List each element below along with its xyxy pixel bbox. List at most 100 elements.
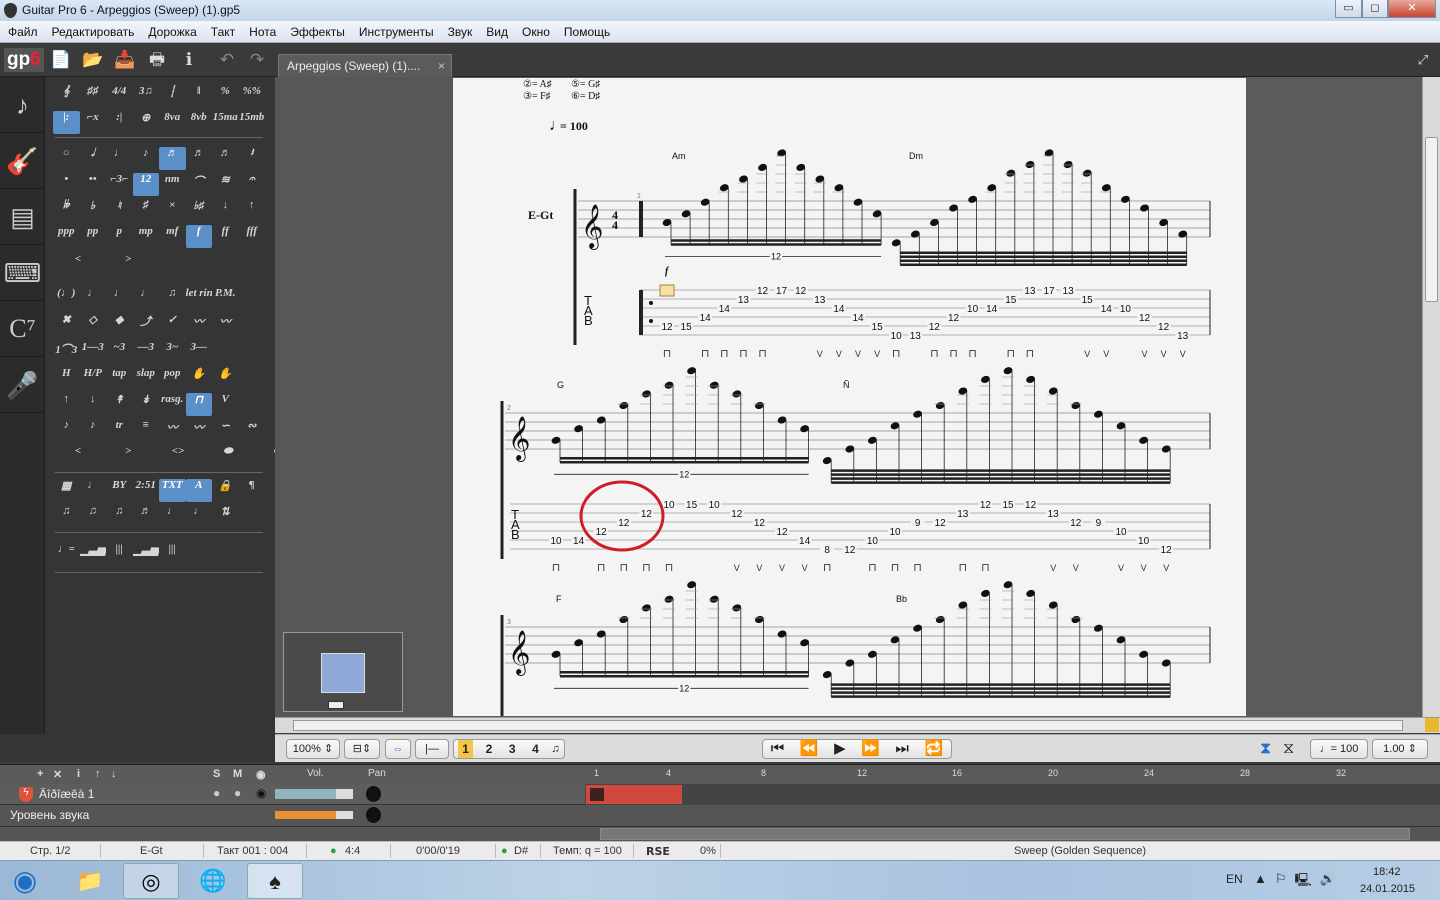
palette-tool[interactable]: 𝅗𝅥 xyxy=(80,147,107,170)
palette-tool[interactable]: ♩ xyxy=(159,505,186,528)
palette-tool[interactable]: ppp xyxy=(53,225,80,248)
palette-tool[interactable]: ⌐x xyxy=(80,111,107,134)
palette-tool[interactable]: pop xyxy=(159,367,186,390)
close-tab-icon[interactable]: × xyxy=(438,55,445,77)
maximize-button[interactable]: ◻ xyxy=(1362,0,1388,18)
palette-tool[interactable]: ♫ xyxy=(106,505,133,528)
palette-tool[interactable]: H xyxy=(53,367,80,390)
palette-tool[interactable]: fff xyxy=(239,225,266,248)
page-selector[interactable]: 1 2 3 4 ♫ xyxy=(453,739,565,759)
track-name[interactable]: Äîðîæêà 1 xyxy=(39,787,94,801)
palette-tool[interactable]: let ring xyxy=(186,287,213,310)
expand-icon[interactable]: ⤢ xyxy=(1412,49,1434,71)
palette-tool[interactable]: ⬬ xyxy=(203,445,253,468)
palette-tool[interactable]: ▁▃▅ xyxy=(133,543,160,566)
palette-tool[interactable]: ♪ xyxy=(80,419,107,442)
palette-tool[interactable]: mf xyxy=(159,225,186,248)
page-button-4[interactable]: 4 xyxy=(528,740,543,758)
palette-tool[interactable]: ↡ xyxy=(133,393,160,416)
hscroll-thumb[interactable] xyxy=(293,720,1403,731)
taskbar-globe-icon[interactable]: 🌐 xyxy=(185,863,241,899)
network-icon[interactable]: 🖳 xyxy=(1295,871,1312,893)
page-mode-icon[interactable]: ♫ xyxy=(551,740,559,758)
palette-tool[interactable]: • xyxy=(53,173,80,196)
palette-tool[interactable]: > xyxy=(103,253,153,276)
palette-tool[interactable]: ◆ xyxy=(106,313,133,336)
palette-tool[interactable]: 15mb xyxy=(239,111,266,134)
palette-tool[interactable]: ♩ xyxy=(186,505,213,528)
save-icon[interactable]: 📥 xyxy=(114,49,136,71)
horizontal-scrollbar[interactable] xyxy=(275,717,1440,733)
speed-field[interactable]: 1.00 ⇕ xyxy=(1372,739,1428,759)
vertical-scrollbar[interactable] xyxy=(1422,77,1440,717)
redo-icon[interactable]: ↷ xyxy=(246,49,268,71)
loop-button[interactable]: 🔁 xyxy=(924,740,943,758)
menu-item[interactable]: Нота xyxy=(249,25,276,39)
palette-tool[interactable]: mp xyxy=(133,225,160,248)
palette-tool[interactable]: 3— xyxy=(186,341,213,364)
palette-tool[interactable]: |: xyxy=(53,111,80,134)
document-tab[interactable]: Arpeggios (Sweep) (1).... × xyxy=(278,54,452,77)
palette-tool[interactable]: ♯♯ xyxy=(80,85,107,108)
metronome-icon[interactable]: ⧗ xyxy=(1260,740,1271,758)
palette-tool[interactable]: rasg. xyxy=(159,393,186,416)
solo-toggle[interactable]: ● xyxy=(213,786,220,800)
palette-tool[interactable]: TXT xyxy=(159,479,186,502)
palette-tool[interactable]: ┆ xyxy=(159,85,186,108)
multitrack-icon[interactable]: ⇔ xyxy=(385,739,411,759)
remove-track-button[interactable]: ✕ xyxy=(53,768,62,781)
next-bar-button[interactable]: ⏩ xyxy=(861,740,880,758)
master-volume-slider[interactable] xyxy=(275,811,353,819)
palette-tool[interactable]: ✓ xyxy=(159,313,186,336)
pan-knob[interactable] xyxy=(366,786,381,802)
palette-tool[interactable]: ✋ xyxy=(212,367,239,390)
page-button-3[interactable]: 3 xyxy=(505,740,520,758)
language-indicator[interactable]: EN xyxy=(1226,872,1243,886)
menu-item[interactable]: Редактировать xyxy=(52,25,135,39)
print-icon[interactable]: 🖶 xyxy=(146,49,168,71)
palette-tool[interactable]: ♪ xyxy=(133,147,160,170)
taskbar-chrome-icon[interactable]: ◎ xyxy=(123,863,179,899)
first-bar-button[interactable]: ⏮ xyxy=(771,740,785,758)
palette-tool[interactable]: H/P xyxy=(80,367,107,390)
palette-tool[interactable]: nm xyxy=(159,173,186,196)
palette-tool[interactable]: ∾ xyxy=(239,419,266,442)
palette-tool[interactable]: ♩ xyxy=(106,287,133,310)
close-button[interactable]: ✕ xyxy=(1388,0,1436,18)
palette-tool[interactable]: ||| xyxy=(106,543,133,566)
palette-tool[interactable]: ↓ xyxy=(212,199,239,222)
palette-tool[interactable]: 𝄽 xyxy=(239,147,266,170)
palette-tool[interactable]: ∽ xyxy=(212,419,239,442)
palette-tool[interactable]: ♩ xyxy=(106,147,133,170)
palette-tool[interactable]: ♬ xyxy=(133,505,160,528)
palette-tool[interactable]: 𝄞 xyxy=(53,85,80,108)
palette-tool[interactable]: P.M. xyxy=(212,287,239,310)
palette-tool[interactable]: 〰 xyxy=(186,313,213,336)
taskbar-explorer-icon[interactable]: 📁 xyxy=(62,863,118,899)
palette-tool[interactable]: ≋ xyxy=(212,173,239,196)
palette-tool[interactable]: ✖ xyxy=(53,313,80,336)
palette-tool[interactable]: (♩) xyxy=(53,287,80,310)
score-sheet[interactable]: ②= A♯ ⑤= G♯③= F♯ ⑥= D♯♩= 100E-Gt 𝄞1Am Dm4412… xyxy=(453,78,1246,727)
palette-tool[interactable]: 8vb xyxy=(186,111,213,134)
palette-tool[interactable]: A xyxy=(185,479,212,502)
move-track-up-button[interactable]: ↑ xyxy=(95,768,101,780)
palette-tool[interactable]: f xyxy=(185,225,212,248)
palette-tool[interactable]: ♩ xyxy=(80,287,107,310)
track-scrollbar[interactable] xyxy=(0,826,1440,841)
track-row[interactable]: ϟ Äîðîæêà 1 ● ● ◉ xyxy=(0,784,1440,805)
page-thumbnail[interactable] xyxy=(283,632,403,712)
palette-tool[interactable]: 🔒 xyxy=(212,479,239,502)
palette-tool[interactable]: ⊓ xyxy=(185,393,212,416)
palette-tool[interactable]: 4/4 xyxy=(106,85,133,108)
palette-tool[interactable]: ↟ xyxy=(106,393,133,416)
menu-item[interactable]: Файл xyxy=(8,25,38,39)
visibility-toggle[interactable]: ◉ xyxy=(256,786,266,800)
microphone-icon[interactable]: 🎤 xyxy=(0,357,45,413)
palette-tool[interactable]: % xyxy=(212,85,239,108)
palette-tool[interactable]: ff xyxy=(212,225,239,248)
palette-tool[interactable]: slap xyxy=(133,367,160,390)
tempo-field[interactable]: ♩= 100 xyxy=(1310,739,1368,759)
palette-tool[interactable]: ♬ xyxy=(212,147,239,170)
palette-tool[interactable]: 8va xyxy=(159,111,186,134)
